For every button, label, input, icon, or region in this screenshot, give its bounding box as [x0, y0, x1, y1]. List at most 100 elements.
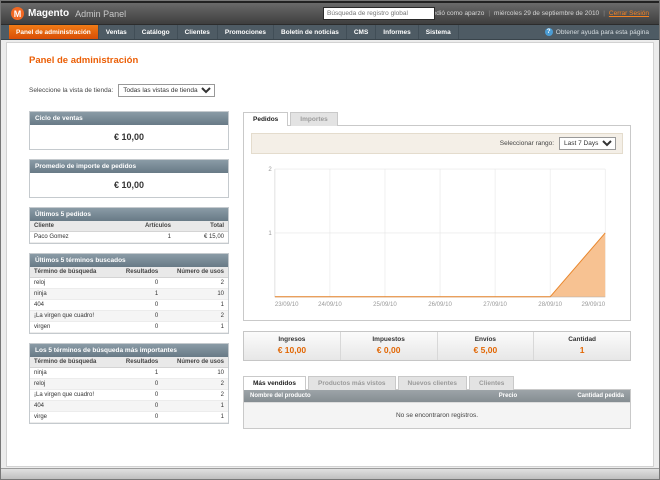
table-cell: reloj	[30, 277, 115, 289]
table-cell: 0	[114, 299, 163, 311]
table-cell: € 15,00	[174, 231, 228, 243]
chart-tabs: Pedidos Importes	[243, 111, 631, 126]
box-title: Los 5 términos de búsqueda más important…	[30, 344, 228, 357]
svg-text:24/09/10: 24/09/10	[318, 301, 342, 308]
chart-tab[interactable]: Pedidos	[243, 112, 289, 126]
nav-item[interactable]: Promociones	[218, 25, 275, 39]
column-header: Término de búsqueda	[30, 267, 115, 278]
chart-tab[interactable]: Importes	[290, 112, 338, 126]
table-row: ninja 1 10	[30, 288, 228, 300]
table-cell: ninja	[30, 288, 115, 300]
app-window: M Magento Admin Panel Accedió como aparz…	[0, 0, 660, 480]
empty-grid-message: No se encontraron registros.	[244, 402, 630, 428]
table-cell: Paco Gomez	[30, 231, 111, 243]
logo-text: Magento	[28, 8, 70, 19]
column-header: Cliente	[30, 221, 111, 232]
logout-link[interactable]: Cerrar Sesión	[609, 10, 649, 17]
stat-value: 1	[579, 345, 585, 355]
magento-logo-icon: M	[11, 7, 24, 20]
magento-logo[interactable]: M Magento Admin Panel	[11, 7, 126, 20]
orders-chart-svg: 1 2 23/09/10 24/09/10 25/09/10 26/09/10 27/09/…	[268, 166, 605, 308]
lifetime-sales-value: € 10,00	[30, 125, 228, 149]
nav-item[interactable]: Boletín de noticias	[274, 25, 347, 39]
separator: |	[488, 10, 491, 17]
box-title: Ciclo de ventas	[30, 112, 228, 125]
table-row: virgen 0 1	[30, 321, 228, 333]
table-cell: 404	[30, 299, 115, 311]
stat-label: Ingresos	[278, 336, 306, 343]
table-cell: 1	[114, 288, 163, 300]
table-cell: 0	[114, 310, 163, 322]
global-search-input[interactable]	[323, 7, 435, 20]
last-search-table: Término de búsqueda Resultados Número de u…	[30, 267, 228, 333]
table-cell: 404	[30, 400, 115, 412]
table-row: virge 0 1	[30, 411, 228, 423]
top-search-terms-box: Los 5 términos de búsqueda más important…	[29, 343, 229, 424]
column-header: Resultados	[114, 267, 163, 278]
store-view-row: Seleccione la vista de tienda: Todas las…	[29, 84, 631, 97]
table-cell: 0	[114, 411, 163, 423]
nav-item[interactable]: Clientes	[178, 25, 218, 39]
box-title: Promedio de importe de pedidos	[30, 160, 228, 173]
stat-item: Envíos € 5,00	[436, 332, 534, 360]
table-row: Paco Gomez 1 € 15,00	[30, 231, 228, 243]
header-date: miércoles 29 de septiembre de 2010	[494, 10, 600, 17]
svg-text:2: 2	[268, 166, 272, 173]
range-select[interactable]: Last 7 Days	[559, 137, 616, 150]
last-orders-box: Últimos 5 pedidos Cliente Artículos Total P…	[29, 207, 229, 244]
svg-text:26/09/10: 26/09/10	[428, 301, 452, 308]
stat-value: € 0,00	[376, 345, 401, 355]
bottom-tab[interactable]: Nuevos clientes	[397, 376, 468, 390]
nav-item[interactable]: CMS	[347, 25, 377, 39]
table-cell: 10	[162, 367, 228, 379]
table-cell: 1	[114, 367, 163, 379]
table-cell: reloj	[30, 378, 115, 390]
bottom-tab[interactable]: Más vendidos	[243, 376, 306, 390]
bottom-tab[interactable]: Clientes	[469, 376, 515, 390]
help-icon: ?	[544, 28, 553, 36]
table-cell: ninja	[30, 367, 115, 379]
average-orders-value: € 10,00	[30, 173, 228, 197]
page-title: Panel de administración	[29, 55, 139, 66]
table-cell: 2	[162, 378, 228, 390]
nav-item[interactable]: Sistema	[419, 25, 459, 39]
table-row: 404 0 1	[30, 400, 228, 412]
store-view-select[interactable]: Todas las vistas de tienda	[118, 84, 216, 97]
stat-item: Ingresos € 10,00	[244, 332, 340, 360]
table-cell: 2	[162, 389, 228, 401]
lifetime-sales-box: Ciclo de ventas € 10,00	[29, 111, 229, 150]
nav-items: Panel de administración Ventas Catálogo Cli…	[9, 25, 459, 39]
table-cell: 1	[110, 231, 175, 243]
column-header: Término de búsqueda	[30, 357, 115, 368]
top-search-table: Término de búsqueda Resultados Número de u…	[30, 357, 228, 423]
table-cell: 2	[162, 310, 228, 322]
nav-item[interactable]: Catálogo	[135, 25, 178, 39]
svg-text:28/09/10: 28/09/10	[538, 301, 562, 308]
table-cell: ¡La virgen que cuadro!	[30, 310, 115, 322]
average-orders-box: Promedio de importe de pedidos € 10,00	[29, 159, 229, 198]
svg-text:27/09/10: 27/09/10	[483, 301, 507, 308]
help-link[interactable]: ? Obtener ayuda para esta página	[544, 25, 649, 39]
main-nav: Panel de administración Ventas Catálogo Cli…	[1, 25, 659, 40]
table-row: ¡La virgen que cuadro! 0 2	[30, 389, 228, 401]
stat-value: € 5,00	[473, 345, 498, 355]
stat-item: Cantidad 1	[533, 332, 630, 360]
totals-bar: Ingresos € 10,00 Impuestos € 0,00 Envíos € 5,…	[243, 331, 631, 361]
table-row: 404 0 1	[30, 299, 228, 311]
svg-text:23/09/10: 23/09/10	[275, 301, 299, 308]
bottom-tabs: Más vendidos Productos más vistos Nuevos c…	[243, 375, 631, 390]
bottom-tab[interactable]: Productos más vistos	[307, 376, 396, 390]
nav-item[interactable]: Panel de administración	[9, 25, 99, 39]
logo-suffix: Admin Panel	[75, 8, 127, 19]
table-cell: 0	[114, 400, 163, 412]
range-label: Seleccionar rango:	[499, 140, 554, 147]
table-row: ¡La virgen que cuadro! 0 2	[30, 310, 228, 322]
nav-item[interactable]: Ventas	[99, 25, 135, 39]
stat-item: Impuestos € 0,00	[339, 332, 437, 360]
orders-chart: 1 2 23/09/10 24/09/10 25/09/10 26/09/10 27/09/…	[251, 161, 623, 313]
stat-label: Cantidad	[568, 336, 597, 343]
table-row: reloj 0 2	[30, 277, 228, 289]
column-header: Número de usos	[162, 267, 228, 278]
nav-item[interactable]: Informes	[376, 25, 419, 39]
column-header: Precio	[467, 390, 524, 402]
